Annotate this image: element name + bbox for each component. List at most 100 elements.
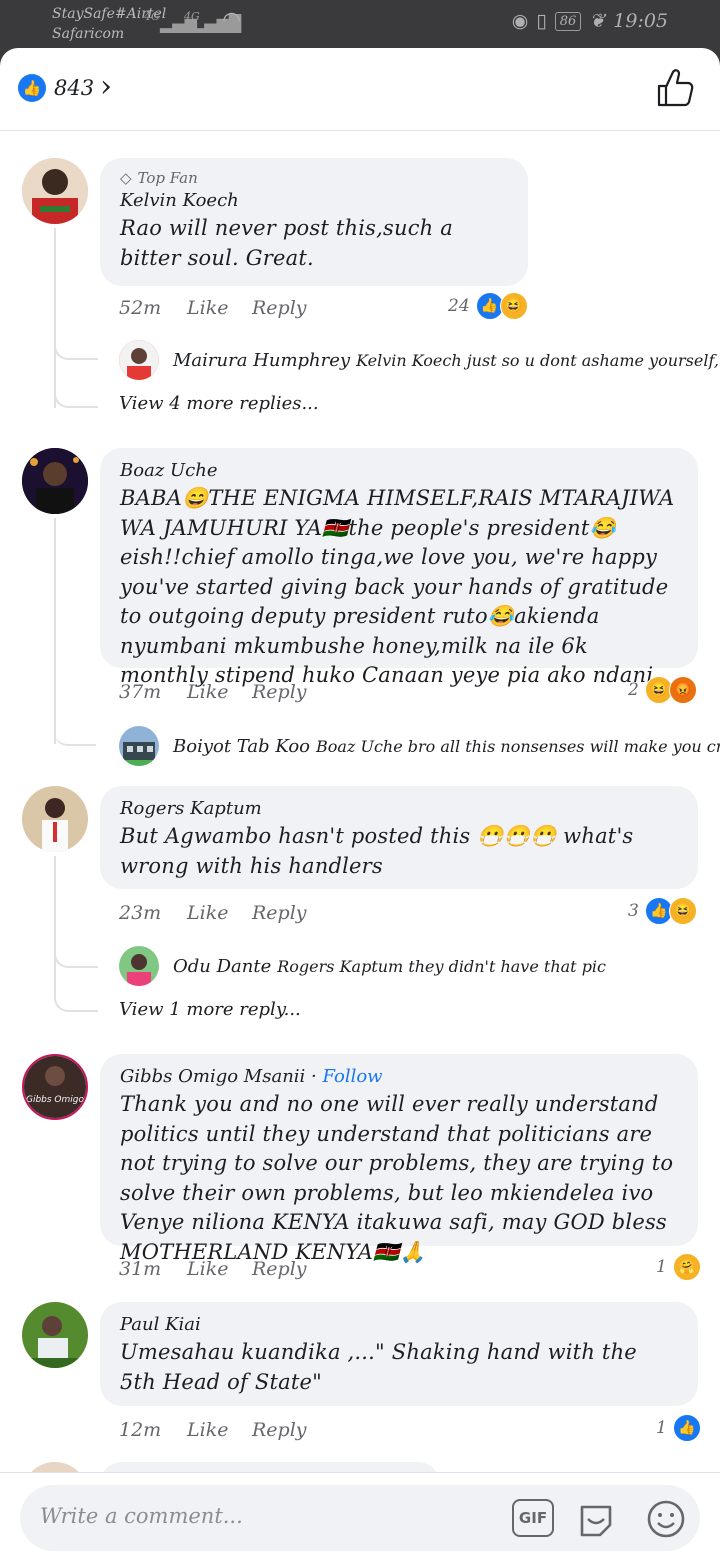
thread-connector [54,714,96,746]
reaction-count: 1 [656,1418,667,1438]
top-fan-badge: ◇ Top Fan [120,168,508,188]
like-button[interactable]: Like [187,295,228,321]
reply-button[interactable]: Reply [252,900,307,926]
thread-connector [54,376,98,408]
avatar-paul-kiai[interactable] [22,1302,88,1368]
follow-button[interactable]: Follow [322,1066,382,1087]
like-button[interactable]: Like [187,1256,228,1282]
comment-author[interactable]: Rogers Kaptum [120,796,678,822]
reply-text: Rogers Kaptum they didn't have that pic [277,956,607,976]
comment-bubble[interactable]: Gibbs Omigo Msanii · Follow Thank you an… [100,1054,698,1264]
reply-author[interactable]: Boiyot Tab Koo [173,736,310,757]
comment-bubble[interactable]: Rogers Kaptum But Agwambo hasn't posted … [100,786,698,889]
thread-connector [54,982,98,1012]
comment-text: Thank you and no one will ever really un… [120,1092,674,1264]
comments-sheet: 👍 843 › ◇ Top Fan Kelvin Koech Rao will n… [0,48,720,1560]
comment-time: 52m [119,297,162,319]
reactions-header: 👍 843 › [0,48,720,131]
like-button[interactable]: Like [187,900,228,926]
comment-author[interactable]: Paul Kiai [120,1312,678,1338]
avatar-label: Gibbs Omigo [26,1095,85,1105]
avatar-gibbs-omigo[interactable]: Gibbs Omigo [22,1054,88,1120]
comment-input[interactable]: Write a comment... GIF [20,1485,700,1551]
leaf-icon: ❦ [589,10,606,32]
reply-button[interactable]: Reply [252,295,307,321]
reaction-summary[interactable]: 2 😆 😡 [628,676,697,704]
thread-line [54,518,56,688]
reply-text: Kelvin Koech just so u dont ashame yours… [356,350,720,370]
thread-connector [54,328,98,360]
like-outline-icon[interactable] [656,68,694,108]
reply-author[interactable]: Mairura Humphrey [173,350,350,371]
comment-bubble[interactable]: ◇ Top Fan Kelvin Koech Rao will never pos… [100,158,528,286]
like-button[interactable]: Like [187,679,228,705]
diamond-icon: ◇ [120,169,132,187]
avatar-mairura-humphrey [119,340,159,380]
thread-connector [54,936,98,968]
reaction-count: 24 [448,296,470,316]
like-button[interactable]: Like [187,1417,228,1443]
vibrate-icon: ▯ [536,10,547,32]
comment-author[interactable]: Gibbs Omigo Msanii [120,1066,305,1087]
view-more-replies[interactable]: View 1 more reply... [119,999,301,1020]
battery-indicator: 86 [554,11,582,31]
reaction-summary[interactable]: 3 👍 😆 [628,897,697,925]
network-1: 4G [144,10,160,23]
comment-placeholder: Write a comment... [40,1504,243,1528]
like-reaction-icon[interactable]: 👍 [18,74,46,102]
reaction-count: 3 [628,901,639,921]
comment-time: 31m [119,1258,162,1280]
reply-button[interactable]: Reply [252,679,307,705]
comment-text: Rao will never post this,such a bitter s… [120,216,453,270]
comment-time: 37m [119,681,162,703]
clock-time: 19:05 [613,10,668,32]
care-reaction-icon: 🤗 [672,1253,701,1281]
reaction-summary[interactable]: 1 👍 [656,1414,701,1442]
reply-author[interactable]: Odu Dante [173,956,271,977]
gif-button[interactable]: GIF [512,1499,554,1537]
comment-composer: Write a comment... GIF [0,1472,720,1560]
avatar-boaz-uche[interactable] [22,448,88,514]
reply-text: Boaz Uche bro all this nonsenses will ma… [316,736,720,756]
status-bar: StaySafe#Airtel Safaricom 4G ▂▄▆ 4G ▂▄▆█… [0,0,720,48]
comment-text: BABA😄THE ENIGMA HIMSELF,RAIS MTARAJIWA W… [120,486,675,687]
reaction-summary[interactable]: 1 🤗 [656,1253,701,1281]
carrier-2: Safaricom [52,26,125,42]
avatar-kelvin-koech[interactable] [22,158,88,224]
reaction-summary[interactable]: 24 👍 😆 [448,292,528,320]
avatar-rogers-kaptum[interactable] [22,786,88,852]
reply-preview[interactable]: Boiyot Tab Koo Boaz Uche bro all this no… [119,726,720,766]
comment-time: 23m [119,902,162,924]
comment-bubble[interactable]: Boaz Uche BABA😄THE ENIGMA HIMSELF,RAIS M… [100,448,698,687]
emoji-icon[interactable] [646,1499,686,1539]
haha-reaction-icon: 😆 [668,897,697,925]
comment-author[interactable]: Kelvin Koech [120,188,508,214]
haha-reaction-icon: 😆 [499,292,528,320]
thread-line [54,856,56,986]
eye-icon: ◉ [511,10,529,32]
reply-button[interactable]: Reply [252,1417,307,1443]
status-right: ◉ ▯ 86 ❦ 19:05 [512,10,668,32]
like-count[interactable]: 843 [54,74,94,102]
comment-text: But Agwambo hasn't posted this 😷😷😷 what'… [120,824,634,878]
comment-author[interactable]: Boaz Uche [120,458,678,484]
badge-label: Top Fan [137,169,198,187]
chevron-right-icon[interactable]: › [100,70,112,104]
reaction-count: 2 [628,680,639,700]
wifi-icon: ◠ [222,8,242,33]
reply-button[interactable]: Reply [252,1256,307,1282]
reaction-count: 1 [656,1257,667,1277]
comment-author-line: Gibbs Omigo Msanii · Follow [120,1066,383,1087]
reply-preview[interactable]: Odu Dante Rogers Kaptum they didn't have… [119,946,606,986]
thread-line [54,688,56,744]
avatar-boiyot-tab-koo [119,726,159,766]
comment-bubble[interactable]: Paul Kiai Umesahau kuandika ,..." Shakin… [100,1302,698,1406]
view-more-replies[interactable]: View 4 more replies... [119,393,319,414]
comment-text: Umesahau kuandika ,..." Shaking hand wit… [120,1340,637,1394]
avatar-odu-dante [119,946,159,986]
comment-time: 12m [119,1419,162,1441]
reply-preview[interactable]: Mairura Humphrey Kelvin Koech just so u … [119,340,720,380]
like-reaction-icon: 👍 [672,1414,701,1442]
angry-reaction-icon: 😡 [668,676,697,704]
sticker-icon[interactable] [576,1499,616,1539]
